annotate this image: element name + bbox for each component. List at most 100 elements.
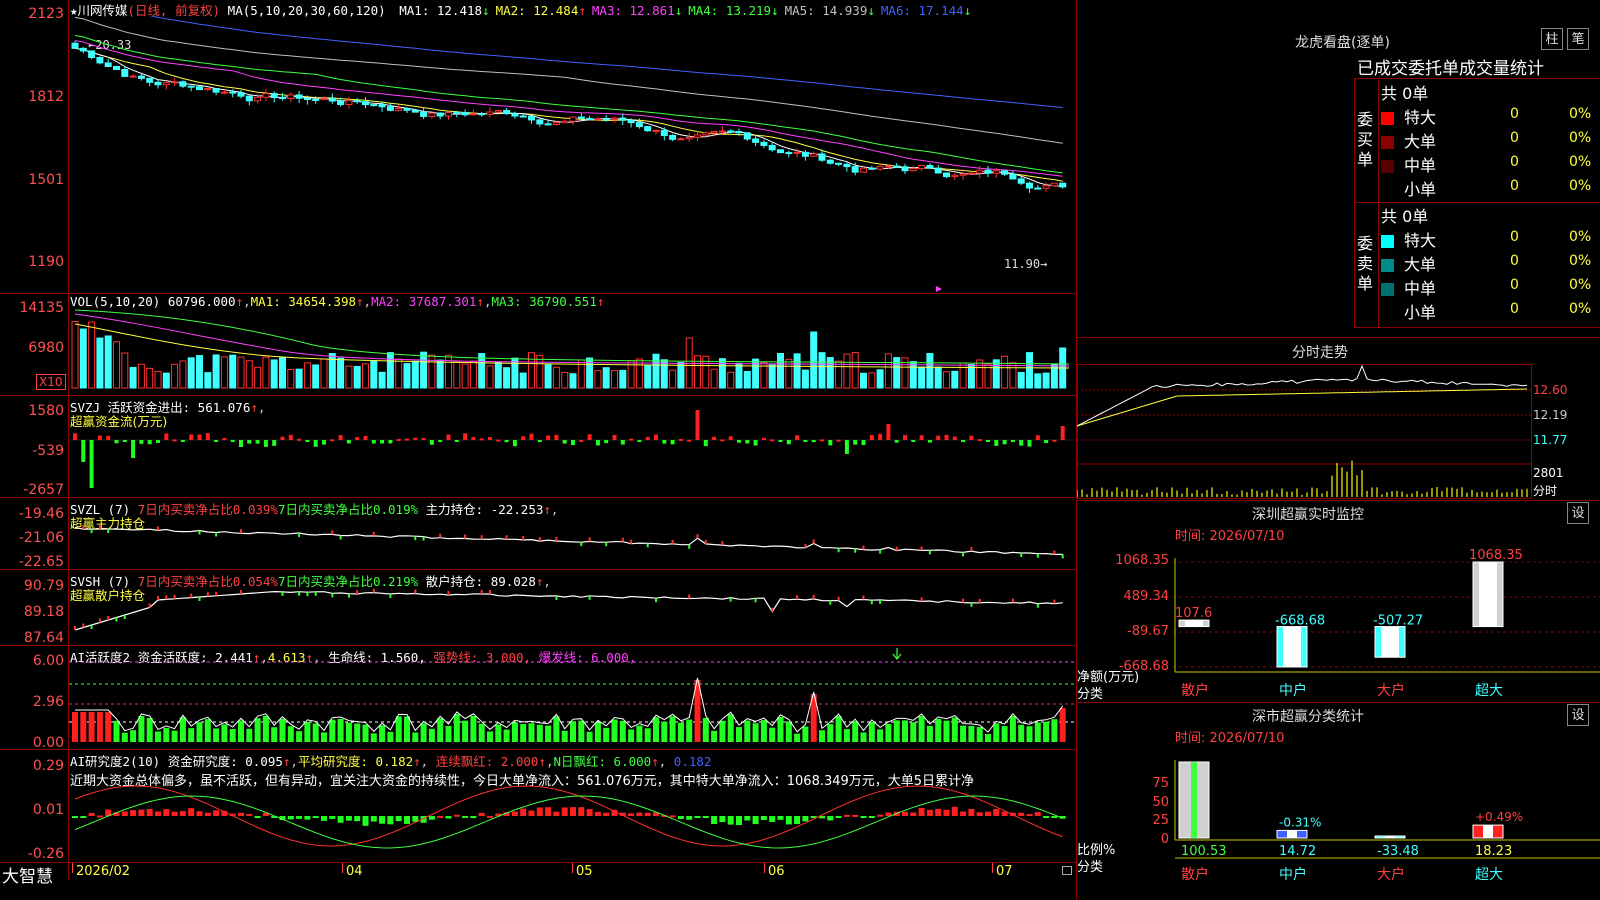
activity-bar	[254, 718, 261, 742]
candlestick	[320, 98, 328, 101]
activity-bar	[478, 723, 485, 742]
research-bar	[852, 814, 859, 817]
candlestick	[254, 96, 262, 102]
candlestick	[445, 111, 452, 117]
volume-bar	[1042, 372, 1050, 389]
volume-bar	[1009, 362, 1017, 389]
activity-bar	[146, 718, 153, 742]
candlestick	[694, 134, 701, 138]
capital-flow-chart[interactable]	[69, 396, 1075, 496]
stats-settings-button[interactable]: 设	[1567, 704, 1589, 726]
main-holding-chart[interactable]	[69, 498, 1075, 568]
volume-chart[interactable]	[69, 294, 1075, 394]
volume-bar	[478, 353, 486, 389]
capital-flow-bar	[122, 440, 127, 442]
candlestick	[237, 92, 245, 97]
activity-bar	[827, 724, 834, 742]
volume-bar	[469, 360, 477, 389]
capital-flow-bar	[620, 440, 625, 445]
stats-xlabel: 分类	[1077, 860, 1104, 875]
capital-flow-bar	[944, 434, 949, 440]
order-size-row: 特大	[1381, 104, 1436, 128]
stats-table-col	[1378, 78, 1379, 328]
candlestick	[146, 77, 154, 83]
intraday-price-line	[1077, 364, 1528, 427]
capital-flow-bar	[687, 439, 692, 442]
monitor-bar-value: -507.27	[1373, 614, 1423, 629]
activity-bar	[794, 733, 801, 742]
capital-flow-bar	[413, 437, 418, 440]
research-bar	[993, 808, 1000, 816]
volume-bar	[104, 335, 112, 389]
capital-flow-bar	[421, 437, 426, 440]
trade-view-button[interactable]: 笔	[1567, 28, 1589, 50]
price-axis-label: 2123	[28, 6, 64, 22]
order-size-label: 中单	[1404, 156, 1437, 175]
candlestick	[478, 113, 486, 116]
volume-unit-badge[interactable]: X10	[36, 374, 66, 390]
volume-bar	[71, 321, 79, 389]
volume-bar	[801, 369, 809, 389]
stats-bar-highlight	[1287, 830, 1297, 838]
monitor-bar-highlight	[1283, 626, 1301, 667]
retail-holding-chart[interactable]	[69, 570, 1075, 644]
monitor-bar-value: 107.6	[1175, 606, 1212, 621]
activity-chart[interactable]	[69, 646, 1075, 748]
stats-bar-value: 18.23	[1475, 844, 1512, 859]
color-swatch	[1381, 112, 1394, 125]
activity-bar	[744, 720, 751, 742]
activity-bar	[943, 720, 950, 742]
research-axis-label: -0.26	[27, 846, 64, 862]
research-bar	[553, 811, 560, 816]
candlestick	[586, 118, 594, 121]
volume-bar	[926, 352, 934, 389]
activity-bar	[453, 714, 460, 742]
activity-bar	[677, 722, 684, 742]
monitor-bar-chart[interactable]: 107.6 散户 -668.68 中户 -507.27 大户 1068.35 超大	[1173, 540, 1600, 700]
research-chart[interactable]	[69, 750, 1075, 862]
intraday-chart[interactable]	[1077, 364, 1532, 499]
research-bar	[511, 811, 518, 816]
order-size-label: 特大	[1404, 231, 1437, 250]
stats-bar-highlight	[1483, 825, 1493, 838]
time-axis-label: 06	[768, 864, 785, 879]
candlestick	[436, 112, 444, 117]
volume-bar	[843, 353, 851, 389]
research-bar	[312, 816, 319, 818]
monitor-settings-button[interactable]: 设	[1567, 502, 1589, 524]
research-bar	[254, 816, 261, 818]
candlestick	[519, 115, 527, 118]
activity-bar	[935, 718, 942, 742]
volume-bar	[445, 354, 452, 389]
activity-bar	[96, 712, 103, 742]
order-count: 0	[1510, 178, 1519, 194]
main-chart-area[interactable]: 2123 1812 1501 1190 ★川网传媒(日线, 前复权) MA(5,…	[0, 0, 1077, 900]
capital-flow-bar	[761, 437, 766, 440]
order-size-label: 小单	[1404, 303, 1437, 322]
order-size-row: 小单	[1381, 299, 1436, 323]
capital-flow-bar	[645, 436, 650, 440]
research-bar	[188, 808, 195, 816]
candlestick	[611, 117, 618, 120]
candlestick	[71, 42, 79, 49]
monitor-category-label: 大户	[1377, 682, 1405, 699]
research-bar	[354, 816, 361, 822]
bar-view-button[interactable]: 柱	[1541, 28, 1563, 50]
candlestick	[777, 149, 784, 154]
activity-bar	[321, 732, 327, 742]
candlestick	[660, 129, 668, 136]
capital-flow-bar	[1010, 440, 1015, 442]
order-size-row: 小单	[1381, 176, 1436, 200]
candlestick-chart[interactable]	[69, 16, 1075, 292]
intraday-axis-label: 11.77	[1533, 433, 1568, 447]
order-count: 0	[1510, 253, 1519, 269]
candlestick	[669, 134, 677, 140]
capital-flow-bar	[479, 438, 484, 441]
capital-flow-bar	[986, 440, 990, 442]
buy-total: 共 0单	[1381, 84, 1429, 103]
activity-bar	[72, 712, 78, 742]
capital-flow-bar	[322, 440, 326, 445]
lock-icon[interactable]	[1062, 866, 1072, 875]
volume-bar	[511, 357, 519, 389]
stats-bar-chart[interactable]: 100.53 散户 -0.31% 14.72 中户 -33.48 大户 +0.49% 18.23…	[1173, 740, 1600, 900]
